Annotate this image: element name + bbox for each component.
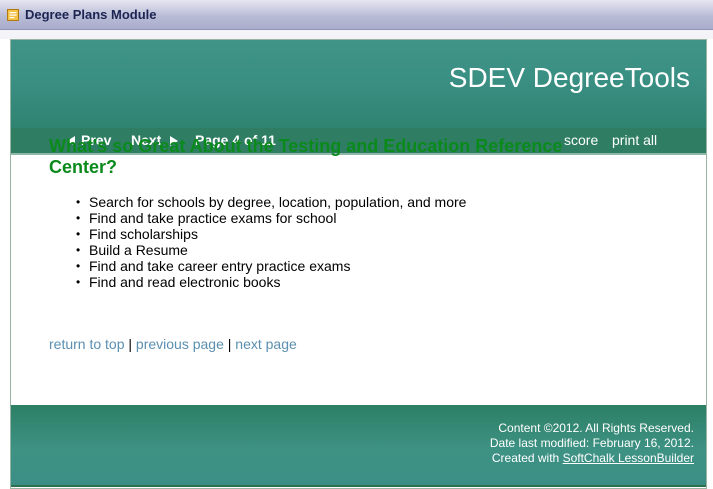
next-page-link[interactable]: next page: [235, 336, 297, 352]
return-to-top-link[interactable]: return to top: [49, 336, 125, 352]
list-item: • Find scholarships: [76, 226, 649, 242]
page-links: return to top | previous page | next pag…: [49, 336, 297, 352]
bullet-icon: •: [76, 243, 81, 257]
bullet-icon: •: [76, 195, 81, 209]
list-item-text: Search for schools by degree, location, …: [89, 194, 467, 210]
list-item-text: Find and take career entry practice exam…: [89, 258, 351, 274]
module-title-bar: Degree Plans Module: [0, 0, 713, 30]
list-item: • Find and take practice exams for school: [76, 210, 649, 226]
link-separator: |: [128, 336, 133, 352]
softchalk-link[interactable]: SoftChalk LessonBuilder: [563, 451, 694, 465]
page-heading: What's so Great About the Testing and Ed…: [49, 136, 563, 177]
link-separator: |: [227, 336, 232, 352]
feature-list: • Search for schools by degree, location,…: [49, 194, 649, 290]
lesson-title: SDEV DegreeTools: [448, 62, 690, 93]
bullet-icon: •: [76, 211, 81, 225]
list-item-text: Build a Resume: [89, 242, 188, 258]
list-item-text: Find and take practice exams for school: [89, 210, 337, 226]
list-item: • Search for schools by degree, location,…: [76, 194, 649, 210]
list-item-text: Find and read electronic books: [89, 274, 281, 290]
lesson-content: What's so Great About the Testing and Ed…: [49, 136, 649, 290]
lesson-banner: SDEV DegreeTools: [11, 40, 706, 128]
bullet-icon: •: [76, 259, 81, 273]
module-title: Degree Plans Module: [25, 7, 157, 22]
header-gap: [0, 30, 713, 39]
list-item: • Find and read electronic books: [76, 274, 649, 290]
list-item: • Build a Resume: [76, 242, 649, 258]
bullet-icon: •: [76, 275, 81, 289]
module-icon: [7, 9, 19, 21]
previous-page-link[interactable]: previous page: [136, 336, 224, 352]
bullet-icon: •: [76, 227, 81, 241]
list-item: • Find and take career entry practice exa…: [76, 258, 649, 274]
list-item-text: Find scholarships: [89, 226, 198, 242]
